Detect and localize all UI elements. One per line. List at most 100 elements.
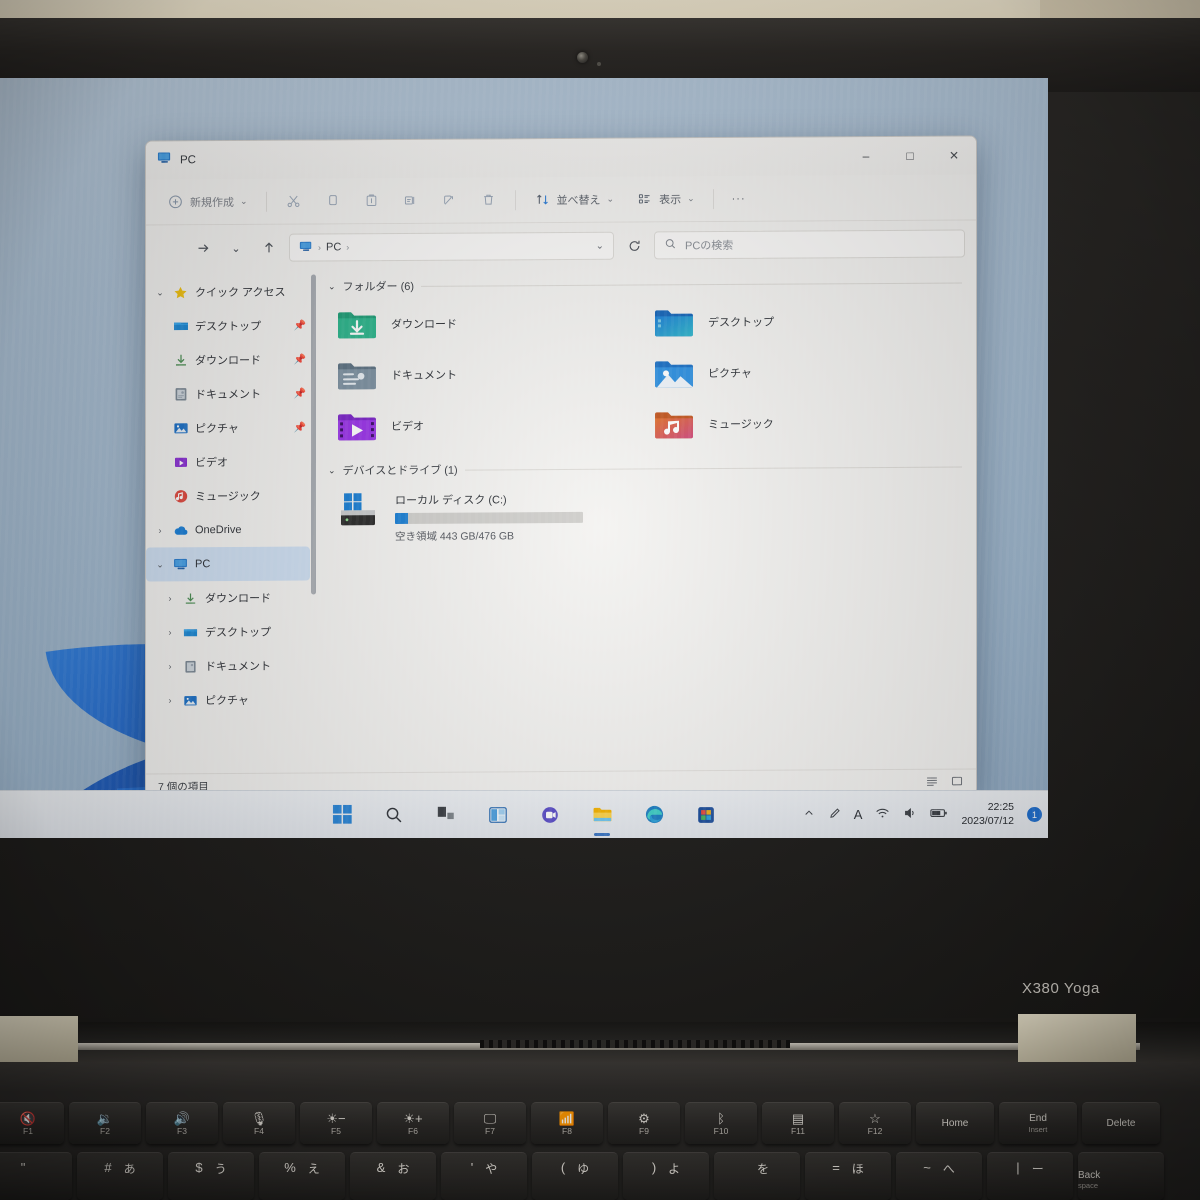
navigation-pane[interactable]: ⌄ クイック アクセス デスクトップ 📌 ダウンロード 📌 ドキュメント 📌 ピ…: [146, 270, 318, 773]
microsoft-store-button[interactable]: [691, 800, 721, 830]
folders-group-header[interactable]: ⌄ フォルダー (6): [328, 275, 962, 295]
key-f11[interactable]: ▤ F11: [762, 1102, 834, 1144]
key-kana-0[interactable]: ": [0, 1152, 72, 1200]
key-backspace[interactable]: Back space: [1078, 1152, 1164, 1200]
breadcrumb-dropdown-icon[interactable]: ⌄: [596, 240, 604, 251]
chevron-down-icon[interactable]: ⌄: [154, 559, 166, 570]
sidebar-item-documents[interactable]: ドキュメント 📌: [146, 376, 318, 411]
chevron-up-icon[interactable]: [803, 807, 815, 822]
wifi-icon[interactable]: [875, 806, 890, 823]
key-kana-8[interactable]: を: [714, 1152, 800, 1200]
key-f2[interactable]: 🔉 F2: [69, 1102, 141, 1144]
copy-button[interactable]: [315, 187, 350, 214]
content-pane[interactable]: ⌄ フォルダー (6) ダウンロード デスクトップ ドキュメント ピクチャ ビデ…: [318, 266, 976, 773]
keyboard-function-row[interactable]: 🔇 F1 🔉 F2 🔊 F3 🎙 F4 ☀− F5 ☀+ F6 🖵 F7 📶 F8 ⚙ F9 ᛒ F10 ▤ F11 ☆ F1…: [0, 1102, 1160, 1144]
clock[interactable]: 22:25 2023/07/12: [961, 801, 1014, 827]
start-button[interactable]: [327, 800, 357, 830]
chevron-right-icon[interactable]: ›: [154, 525, 166, 535]
key-f10[interactable]: ᛒ F10: [685, 1102, 757, 1144]
key-kana-7[interactable]: ) よ: [623, 1152, 709, 1200]
key-f5[interactable]: ☀− F5: [300, 1102, 372, 1144]
pin-icon[interactable]: 📌: [294, 354, 306, 365]
command-toolbar[interactable]: 新規作成 ⌄ 並べ替え ⌄ 表示 ⌄ ···: [146, 174, 976, 226]
chat-button[interactable]: [535, 800, 565, 830]
devices-group-header[interactable]: ⌄ デバイスとドライブ (1): [328, 459, 962, 479]
folder-item-documents[interactable]: ドキュメント: [328, 351, 645, 397]
sidebar-item-downloads[interactable]: ダウンロード 📌: [146, 342, 318, 377]
sidebar-item-pc-desktop[interactable]: › デスクトップ: [146, 614, 318, 649]
key-kana-10[interactable]: ~ へ: [896, 1152, 982, 1200]
delete-button[interactable]: [471, 186, 506, 213]
sort-button[interactable]: 並べ替え ⌄: [525, 186, 624, 214]
address-bar[interactable]: arrow-left-icon ⌄: [146, 220, 976, 272]
key-f6[interactable]: ☀+ F6: [377, 1102, 449, 1144]
key-end[interactable]: End Insert: [999, 1102, 1077, 1144]
cut-button[interactable]: [276, 188, 311, 215]
chevron-down-icon[interactable]: ⌄: [328, 281, 336, 292]
share-button[interactable]: [432, 187, 467, 214]
sidebar-item-onedrive[interactable]: › OneDrive: [146, 512, 318, 547]
key-f4[interactable]: 🎙 F4: [223, 1102, 295, 1144]
list-view-icon[interactable]: [925, 774, 939, 790]
folder-item-music[interactable]: ミュージック: [645, 401, 962, 447]
file-explorer-window[interactable]: PC – □ ✕ 新規作成 ⌄ 並べ替え ⌄ 表示 ⌄ ··· ⌄ › PC ›…: [145, 135, 977, 801]
pin-icon[interactable]: 📌: [294, 320, 306, 331]
sidebar-scrollbar[interactable]: [311, 274, 316, 595]
folder-item-videos[interactable]: ビデオ: [328, 402, 645, 448]
edge-button[interactable]: [639, 800, 669, 830]
back-button[interactable]: arrow-left-icon: [157, 235, 183, 261]
sidebar-item-videos[interactable]: ビデオ: [146, 444, 318, 479]
chevron-right-icon[interactable]: ›: [164, 627, 176, 637]
chevron-right-icon[interactable]: ›: [164, 695, 176, 705]
sidebar-item-music[interactable]: ミュージック: [146, 478, 318, 513]
file-explorer-button[interactable]: [587, 800, 617, 836]
system-tray[interactable]: A 22:25 2023/07/12 1: [803, 801, 1042, 827]
windows-taskbar[interactable]: A 22:25 2023/07/12 1: [0, 790, 1048, 838]
close-button[interactable]: ✕: [932, 136, 976, 174]
key-kana-11[interactable]: | ー: [987, 1152, 1073, 1200]
refresh-button[interactable]: [621, 232, 647, 258]
pin-icon[interactable]: 📌: [294, 388, 306, 399]
breadcrumb[interactable]: › PC › ⌄: [289, 231, 614, 262]
recent-locations-button[interactable]: ⌄: [223, 235, 249, 261]
sidebar-item-pc-downloads[interactable]: › ダウンロード: [146, 580, 318, 615]
chevron-down-icon[interactable]: ⌄: [154, 287, 166, 298]
pin-icon[interactable]: 📌: [294, 422, 306, 433]
view-button[interactable]: 表示 ⌄: [627, 185, 704, 212]
widgets-button[interactable]: [483, 800, 513, 830]
chevron-right-icon[interactable]: ›: [164, 593, 176, 603]
key-kana-4[interactable]: & お: [350, 1152, 436, 1200]
keyboard-number-row[interactable]: " # あ $ う% え & お ' や(ゆ) よを = ほ ~ へ | ー Back space: [0, 1152, 1164, 1200]
task-view-button[interactable]: [431, 800, 461, 830]
key-f9[interactable]: ⚙ F9: [608, 1102, 680, 1144]
key-kana-2[interactable]: $ う: [168, 1152, 254, 1200]
key-f8[interactable]: 📶 F8: [531, 1102, 603, 1144]
search-button[interactable]: [379, 800, 409, 830]
folder-item-desktop[interactable]: デスクトップ: [645, 299, 962, 345]
key-kana-9[interactable]: = ほ: [805, 1152, 891, 1200]
ime-indicator[interactable]: A: [854, 807, 863, 822]
window-titlebar[interactable]: PC – □ ✕: [146, 136, 976, 180]
key-f7[interactable]: 🖵 F7: [454, 1102, 526, 1144]
sidebar-item-desktop[interactable]: デスクトップ 📌: [146, 308, 318, 343]
key-home[interactable]: Home: [916, 1102, 994, 1144]
pen-icon[interactable]: [828, 807, 841, 823]
battery-icon[interactable]: [930, 807, 948, 822]
sidebar-item-pc[interactable]: ⌄ PC: [146, 546, 310, 582]
sidebar-item-quick-access[interactable]: ⌄ クイック アクセス: [146, 274, 318, 309]
key-delete[interactable]: Delete: [1082, 1102, 1160, 1144]
sidebar-item-pc-pictures[interactable]: › ピクチャ: [146, 682, 318, 717]
taskbar-apps[interactable]: [327, 800, 721, 836]
breadcrumb-root[interactable]: PC: [326, 241, 341, 253]
sidebar-item-pc-documents[interactable]: › ドキュメント: [146, 648, 318, 683]
window-controls[interactable]: – □ ✕: [844, 136, 976, 175]
forward-button[interactable]: [190, 235, 216, 261]
key-kana-1[interactable]: # あ: [77, 1152, 163, 1200]
key-kana-6[interactable]: (ゆ: [532, 1152, 618, 1200]
folder-item-downloads[interactable]: ダウンロード: [328, 300, 645, 346]
key-kana-3[interactable]: % え: [259, 1152, 345, 1200]
new-button[interactable]: 新規作成 ⌄: [158, 188, 257, 216]
key-kana-5[interactable]: ' や: [441, 1152, 527, 1200]
detail-view-icon[interactable]: [950, 774, 964, 790]
up-button[interactable]: [256, 235, 282, 261]
